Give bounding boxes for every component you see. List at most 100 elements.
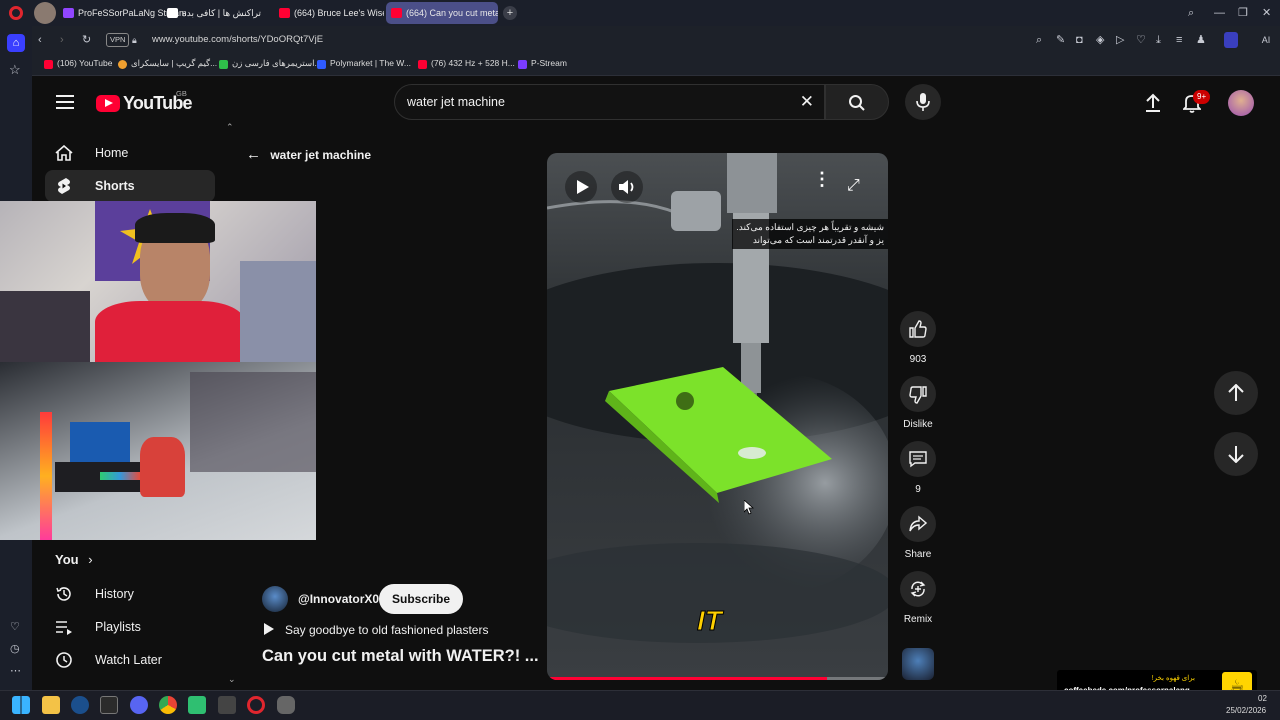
sidebar-item-label: Watch Later — [95, 653, 162, 667]
search-tabs-icon[interactable]: ⌕ — [1188, 6, 1194, 20]
bookmark-streamers[interactable]: استریمرهای فارسی زن... — [219, 58, 322, 69]
bookmark-polymarket[interactable]: Polymarket | The W... — [317, 58, 411, 69]
voice-search-button[interactable] — [905, 84, 941, 120]
app-dark-icon[interactable] — [218, 696, 236, 714]
sidebar-item-shorts[interactable]: Shorts — [45, 170, 215, 202]
thumbs-up-icon — [909, 320, 927, 338]
progress-bar-track[interactable] — [547, 677, 888, 680]
comments-button[interactable] — [900, 441, 936, 477]
windows-taskbar: 02 25/02/2026 — [0, 690, 1280, 720]
progress-bar-fill — [547, 677, 827, 680]
app-green-icon[interactable] — [188, 696, 206, 714]
collapse-caret-icon[interactable]: ⌃ — [226, 122, 234, 133]
clock-icon[interactable]: ◷ — [10, 642, 20, 655]
shield-icon[interactable]: ◈ — [1096, 33, 1104, 47]
bookmark-youtube[interactable]: (106) YouTube — [44, 58, 112, 69]
close-window-icon[interactable]: ✕ — [1262, 6, 1271, 20]
room-left — [0, 291, 90, 362]
sound-thumbnail[interactable] — [902, 648, 934, 680]
forward-icon[interactable]: › — [60, 33, 64, 47]
sidebar-item-playlists[interactable]: Playlists — [45, 611, 215, 643]
back-to-search[interactable]: ← water jet machine — [246, 146, 371, 163]
next-short-button[interactable] — [1214, 432, 1258, 476]
chrome-icon[interactable] — [159, 696, 177, 714]
reload-icon[interactable]: ↻ — [82, 33, 91, 47]
tab-coffeebede[interactable]: تراکنش ها | کافی بده — [162, 2, 274, 24]
download-icon[interactable]: ⤓ — [1156, 33, 1161, 47]
mute-button[interactable] — [611, 171, 643, 203]
like-button[interactable] — [900, 311, 936, 347]
sidebar-item-home[interactable]: Home — [45, 137, 215, 169]
tab-title: (664) Can you cut metal w — [406, 8, 498, 18]
heart-icon[interactable]: ♡ — [1136, 33, 1146, 47]
edit-icon[interactable]: ✎ — [1056, 33, 1065, 47]
opera-taskbar-icon[interactable] — [247, 696, 265, 714]
tab-can-you-cut-metal[interactable]: (664) Can you cut metal w — [386, 2, 498, 24]
minimize-icon[interactable]: — — [1214, 6, 1225, 20]
bookmark-label: استریمرهای فارسی زن... — [232, 58, 322, 68]
star-icon[interactable]: ☆ — [9, 62, 21, 78]
account-avatar[interactable] — [1228, 90, 1254, 116]
share-button[interactable] — [900, 506, 936, 542]
back-icon[interactable]: ‹ — [38, 33, 42, 47]
back-query-label: water jet machine — [270, 148, 372, 162]
search-button[interactable] — [825, 84, 889, 120]
more-options-icon[interactable]: ⋮ — [813, 170, 831, 188]
clock-date: 25/02/2026 — [1226, 706, 1267, 715]
opera-logo-icon[interactable] — [9, 6, 23, 20]
shorts-video-player[interactable]: شیشه و تقریباً هر چیزی استفاده می‌کند. ی… — [547, 153, 888, 680]
play-icon[interactable]: ▷ — [1116, 33, 1124, 47]
url-text[interactable]: www.youtube.com/shorts/YDoORQt7VjE — [152, 34, 323, 45]
camera-icon[interactable]: ◘ — [1076, 33, 1083, 47]
steam-icon[interactable] — [71, 696, 89, 714]
rgb-light-strip — [40, 412, 52, 540]
bookmark-gamegrip[interactable]: گیم گریپ | سایسکرای... — [118, 58, 217, 69]
terminal-icon[interactable] — [100, 696, 118, 714]
create-upload-icon[interactable] — [1144, 93, 1162, 113]
bookmark-pstream[interactable]: P-Stream — [518, 58, 567, 69]
search-in-page-icon[interactable]: ⌕ — [1036, 33, 1042, 47]
sidebar-section-you[interactable]: You › — [55, 552, 93, 567]
profile-icon[interactable]: ♟ — [1196, 33, 1206, 47]
hamburger-menu-icon[interactable] — [56, 95, 74, 109]
shorts-icon — [58, 178, 70, 194]
streamer-cap — [135, 213, 215, 243]
search-input[interactable]: water jet machine ✕ — [394, 84, 825, 120]
channel-name[interactable]: @InnovatorX0 — [298, 592, 379, 606]
playlists-icon — [56, 621, 72, 635]
play-icon — [577, 180, 589, 194]
page-icon — [167, 8, 178, 18]
new-tab-button[interactable]: + — [503, 6, 517, 20]
discord-icon[interactable] — [130, 696, 148, 714]
aria-ai-icon[interactable]: AI — [1254, 33, 1278, 47]
fullscreen-icon[interactable]: ⤢ — [847, 177, 860, 195]
sidebar-item-history[interactable]: History — [45, 578, 215, 610]
subscribe-button[interactable]: Subscribe — [379, 584, 464, 614]
bookmark-label: (76) 432 Hz + 528 H... — [431, 58, 515, 68]
music-line[interactable]: Say goodbye to old fashioned plasters — [264, 623, 488, 637]
bookmark-432hz[interactable]: (76) 432 Hz + 528 H... — [418, 58, 515, 69]
person-seated — [140, 437, 185, 497]
vpn-badge[interactable]: VPN — [106, 33, 130, 47]
clear-search-icon[interactable]: ✕ — [800, 92, 814, 112]
home-icon[interactable]: ⌂ — [7, 34, 25, 52]
remix-button[interactable] — [900, 571, 936, 607]
site-icon — [518, 60, 527, 69]
maximize-icon[interactable]: ❐ — [1238, 6, 1248, 20]
previous-short-button[interactable] — [1214, 371, 1258, 415]
streamer-avatar — [34, 2, 56, 24]
file-explorer-icon[interactable] — [42, 696, 60, 714]
dislike-button[interactable] — [900, 376, 936, 412]
more-icon[interactable]: ⋯ — [10, 664, 21, 677]
heart-icon[interactable]: ♡ — [10, 620, 20, 633]
channel-avatar[interactable] — [262, 586, 288, 612]
sidebar-item-watch-later[interactable]: Watch Later — [45, 644, 215, 676]
tab-bruce-lee[interactable]: (664) Bruce Lee's Wisest W — [274, 2, 384, 24]
sidebar-scroll-caret-icon[interactable]: ⌄ — [228, 674, 236, 685]
gamepad-icon[interactable] — [277, 696, 295, 714]
play-button[interactable] — [565, 171, 597, 203]
play-small-icon — [264, 623, 274, 635]
extension-icon[interactable] — [1224, 32, 1238, 48]
menu-icon[interactable]: ≡ — [1176, 33, 1182, 47]
windows-start-icon[interactable] — [12, 696, 30, 714]
